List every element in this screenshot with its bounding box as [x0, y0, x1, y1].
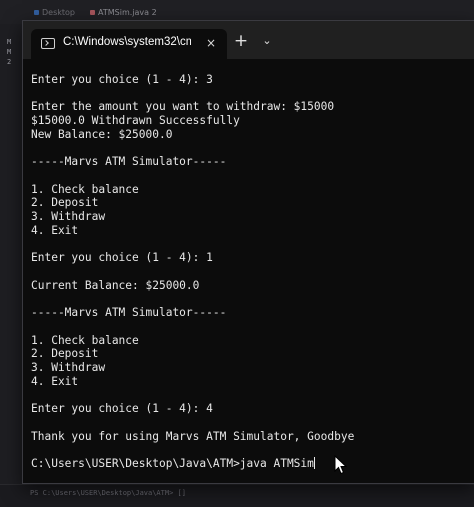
terminal-window[interactable]: C:\Windows\system32\cmd.exe × + ⌄ Enter … [22, 20, 474, 484]
close-tab-button[interactable]: × [203, 35, 219, 51]
console-line: Enter the amount you want to withdraw: $… [31, 100, 335, 114]
command-prompt-line[interactable]: C:\Users\USER\Desktop\Java\ATM>java ATMS… [31, 457, 471, 471]
console-line: 3. Withdraw [31, 361, 106, 375]
ide-tab-label: Desktop [42, 8, 75, 17]
console-line: 4. Exit [31, 374, 79, 388]
desktop-stage: Desktop ATMSim.java 2 M M 2 PS C:\Users\… [0, 0, 474, 507]
console-line: 2. Deposit [31, 347, 99, 361]
ide-marker: 2 [7, 58, 12, 66]
console-line: New Balance: $25000.0 [31, 127, 173, 141]
chevron-down-icon[interactable]: ⌄ [257, 31, 277, 51]
ide-marker: M [7, 48, 12, 56]
console-line: Thank you for using Marvs ATM Simulator,… [31, 429, 355, 443]
vscode-icon [34, 10, 39, 15]
console-line: 3. Withdraw [31, 210, 106, 224]
ide-tab-atmsim[interactable]: ATMSim.java 2 [86, 6, 161, 20]
console-line: 1. Check balance [31, 333, 139, 347]
cmd-icon [41, 38, 55, 49]
console-line: Enter you choice (1 - 4): 3 [31, 73, 213, 86]
java-file-icon [90, 10, 95, 15]
console-line: Enter you choice (1 - 4): 4 [31, 402, 213, 416]
ide-terminal-prompt: PS C:\Users\USER\Desktop\Java\ATM> [] [30, 489, 186, 497]
terminal-tab[interactable]: C:\Windows\system32\cmd.exe × [31, 29, 227, 59]
console-line: Enter you choice (1 - 4): 1 [31, 251, 213, 265]
terminal-tabbar: C:\Windows\system32\cmd.exe × + ⌄ [23, 21, 474, 59]
ide-tab-label: ATMSim.java 2 [98, 8, 157, 17]
new-tab-button[interactable]: + [231, 31, 251, 51]
ide-sidebar: M M 2 [0, 24, 22, 494]
command-prompt: C:\Users\USER\Desktop\Java\ATM>java ATMS… [31, 457, 314, 471]
console-output[interactable]: Enter you choice (1 - 4): 3 Enter the am… [31, 73, 471, 483]
console-line: 2. Deposit [31, 196, 99, 210]
terminal-tab-title: C:\Windows\system32\cmd.exe [63, 36, 191, 48]
ide-tab-desktop[interactable]: Desktop [30, 6, 79, 20]
ide-marker: M [7, 38, 12, 46]
ide-terminal-panel: PS C:\Users\USER\Desktop\Java\ATM> [] [0, 484, 474, 507]
mouse-pointer-icon [334, 455, 348, 475]
console-line: 1. Check balance [31, 182, 139, 196]
text-cursor [313, 457, 315, 470]
console-line: -----Marvs ATM Simulator----- [31, 155, 227, 169]
console-line: 4. Exit [31, 223, 79, 237]
console-line: -----Marvs ATM Simulator----- [31, 306, 227, 320]
console-line: $15000.0 Withdrawn Successfully [31, 114, 240, 128]
console-line: Current Balance: $25000.0 [31, 278, 200, 292]
